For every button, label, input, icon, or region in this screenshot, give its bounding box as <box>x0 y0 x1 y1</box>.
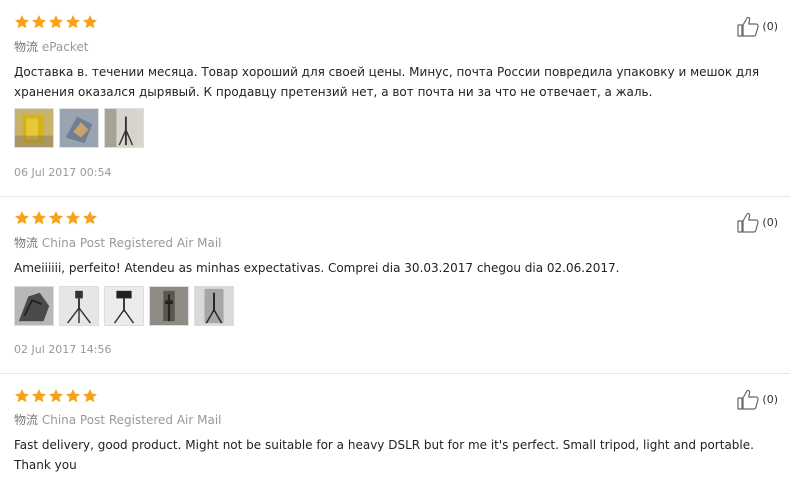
star-icon <box>66 389 80 403</box>
review-photo[interactable] <box>59 108 99 148</box>
helpful-button[interactable]: (0) <box>736 388 778 410</box>
review-photo[interactable] <box>14 108 54 148</box>
shipping-name: China Post Registered Air Mail <box>41 236 222 250</box>
review-text: Ameiiiiii, perfeito! Atendeu as minhas e… <box>14 261 620 275</box>
review-photos <box>14 108 144 148</box>
review-photo[interactable] <box>194 286 234 326</box>
star-icon <box>49 389 63 403</box>
star-icon <box>49 15 63 29</box>
review-text: Доставка в. течении месяца. Товар хороши… <box>14 65 760 99</box>
helpful-count: (0) <box>762 392 778 406</box>
shipping-method: 物流 ePacket <box>14 38 88 55</box>
shipping-method: 物流 China Post Registered Air Mail <box>14 411 221 428</box>
star-icon <box>15 389 29 403</box>
shipping-prefix: 物流 <box>14 236 39 250</box>
star-icon <box>32 389 46 403</box>
thumbs-up-icon <box>737 389 760 410</box>
helpful-count: (0) <box>762 19 778 33</box>
rating-stars <box>14 14 98 30</box>
review-date: 06 Jul 2017 00:54 <box>14 166 112 179</box>
star-icon <box>83 389 97 403</box>
review-item: (0) 物流 China Post Registered Air Mail Am… <box>0 196 790 373</box>
star-icon <box>15 15 29 29</box>
shipping-method: 物流 China Post Registered Air Mail <box>14 234 221 251</box>
review-photos <box>14 286 234 326</box>
review-item: (0) 物流 ePacket Доставка в. течении месяц… <box>0 0 790 195</box>
star-icon <box>66 211 80 225</box>
helpful-button[interactable]: (0) <box>736 15 778 37</box>
star-icon <box>49 211 63 225</box>
shipping-name: ePacket <box>41 40 89 54</box>
rating-stars <box>14 210 98 226</box>
shipping-prefix: 物流 <box>14 40 39 54</box>
review-text: Fast delivery, good product. Might not b… <box>14 438 754 472</box>
thumbs-up-icon <box>737 212 760 233</box>
helpful-count: (0) <box>762 215 778 229</box>
star-icon <box>83 211 97 225</box>
review-photo[interactable] <box>149 286 189 326</box>
star-icon <box>32 211 46 225</box>
shipping-prefix: 物流 <box>14 413 39 427</box>
rating-stars <box>14 388 98 404</box>
review-photo[interactable] <box>104 108 144 148</box>
review-photo[interactable] <box>14 286 54 326</box>
star-icon <box>15 211 29 225</box>
thumbs-up-icon <box>737 16 760 37</box>
review-photo[interactable] <box>104 286 144 326</box>
review-photo[interactable] <box>59 286 99 326</box>
star-icon <box>83 15 97 29</box>
review-date: 02 Jul 2017 14:56 <box>14 343 112 356</box>
star-icon <box>66 15 80 29</box>
star-icon <box>32 15 46 29</box>
shipping-name: China Post Registered Air Mail <box>41 413 222 427</box>
helpful-button[interactable]: (0) <box>736 211 778 233</box>
review-item: (0) 物流 China Post Registered Air Mail Fa… <box>0 373 790 481</box>
